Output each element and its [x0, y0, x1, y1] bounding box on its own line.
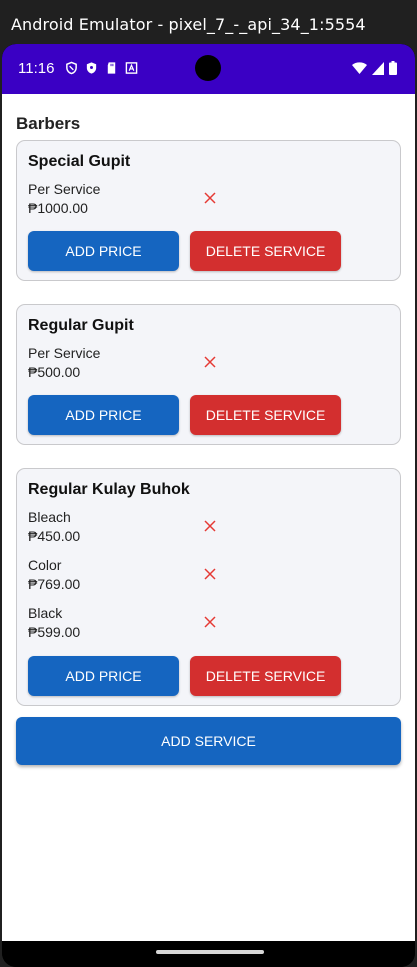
price-item: Per Service ₱1000.00: [28, 181, 388, 221]
delete-service-button[interactable]: DELETE SERVICE: [190, 395, 341, 435]
battery-icon: [389, 61, 397, 75]
page-title: Barbers: [16, 114, 81, 133]
add-price-button[interactable]: ADD PRICE: [28, 395, 179, 435]
price-label: Bleach: [28, 509, 71, 525]
service-name: Regular Gupit: [28, 317, 134, 334]
navigation-bar: [2, 941, 415, 967]
price-label: Per Service: [28, 345, 101, 361]
window-title: Android Emulator - pixel_7_-_api_34_1:55…: [0, 0, 417, 44]
system-icons: [352, 61, 397, 75]
status-bar: 11:16: [2, 44, 415, 94]
add-service-button[interactable]: ADD SERVICE: [16, 717, 401, 765]
notification-icons: [65, 61, 138, 75]
service-name: Special Gupit: [28, 153, 131, 170]
delete-price-icon[interactable]: [203, 567, 217, 581]
wifi-icon: [352, 61, 367, 74]
price-label: Per Service: [28, 181, 101, 197]
price-item: Per Service ₱500.00: [28, 345, 388, 385]
price-value: ₱450.00: [28, 528, 81, 544]
home-gesture-handle[interactable]: [156, 950, 264, 954]
camera-cutout: [195, 55, 221, 81]
add-price-button[interactable]: ADD PRICE: [28, 656, 179, 696]
sd-card-icon: [107, 62, 116, 74]
signal-icon: [372, 61, 384, 75]
price-value: ₱599.00: [28, 624, 81, 640]
phone-frame: 11:16 Barbers Special Gupit Per Service: [2, 44, 415, 967]
delete-price-icon[interactable]: [203, 355, 217, 369]
delete-price-icon[interactable]: [203, 615, 217, 629]
delete-price-icon[interactable]: [203, 191, 217, 205]
price-label: Black: [28, 605, 63, 621]
delete-service-button[interactable]: DELETE SERVICE: [190, 231, 341, 271]
font-a-icon: [125, 62, 138, 74]
price-item: Color ₱769.00: [28, 557, 388, 597]
app-screen: Barbers Special Gupit Per Service ₱1000.…: [2, 94, 415, 941]
emulator-window: Android Emulator - pixel_7_-_api_34_1:55…: [0, 0, 417, 967]
price-value: ₱500.00: [28, 364, 81, 380]
service-card: Special Gupit Per Service ₱1000.00 ADD P…: [16, 140, 401, 281]
price-item: Bleach ₱450.00: [28, 509, 388, 549]
price-value: ₱769.00: [28, 576, 81, 592]
shield-icon: [66, 61, 77, 75]
service-card: Regular Kulay Buhok Bleach ₱450.00 Color…: [16, 468, 401, 706]
price-label: Color: [28, 557, 62, 573]
status-time: 11:16: [18, 60, 55, 77]
delete-service-button[interactable]: DELETE SERVICE: [190, 656, 341, 696]
price-value: ₱1000.00: [28, 200, 88, 216]
service-name: Regular Kulay Buhok: [28, 481, 190, 498]
delete-price-icon[interactable]: [203, 519, 217, 533]
security-shield-icon: [86, 62, 97, 74]
add-price-button[interactable]: ADD PRICE: [28, 231, 179, 271]
price-item: Black ₱599.00: [28, 605, 388, 645]
service-card: Regular Gupit Per Service ₱500.00 ADD PR…: [16, 304, 401, 445]
